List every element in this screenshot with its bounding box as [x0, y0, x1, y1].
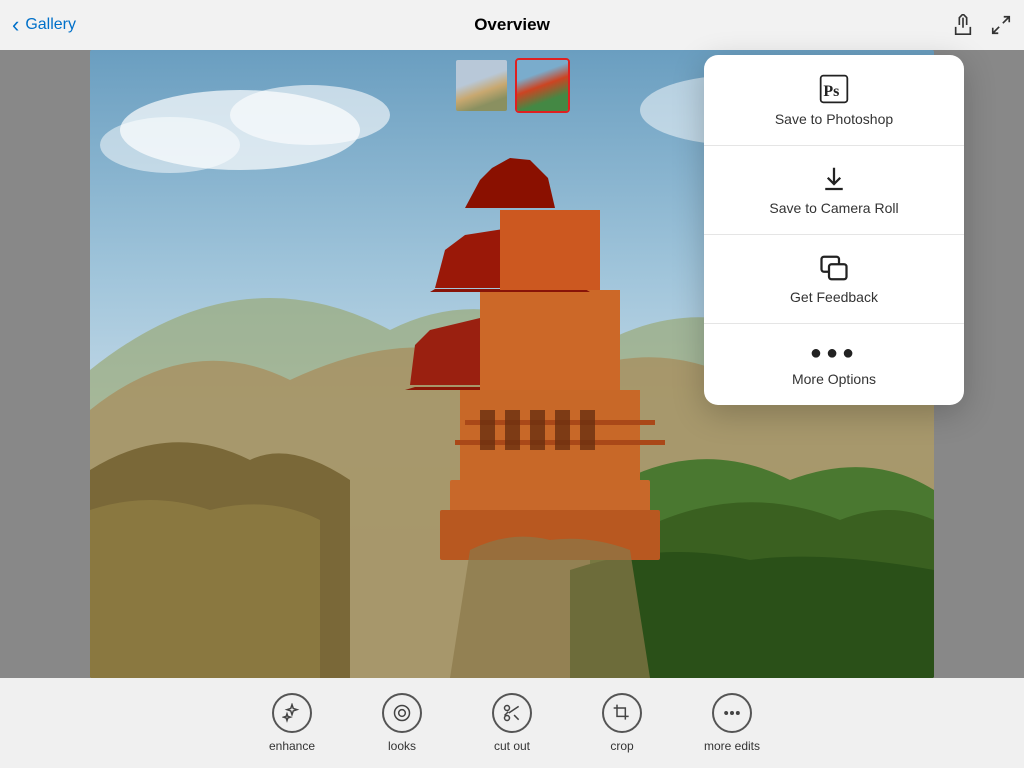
save-to-photoshop-item[interactable]: Ps Save to Photoshop: [704, 55, 964, 146]
ellipsis-icon: ●●●: [810, 342, 858, 365]
thumbnail-2[interactable]: [515, 58, 570, 113]
back-label: Gallery: [25, 16, 76, 34]
save-to-camera-roll-item[interactable]: Save to Camera Roll: [704, 146, 964, 235]
svg-text:Ps: Ps: [823, 83, 839, 100]
popup-menu: Ps Save to Photoshop Save to Camera Roll…: [704, 55, 964, 405]
bottom-toolbar: enhance looks cut out: [0, 678, 1024, 768]
page-title: Overview: [474, 15, 550, 35]
enhance-label: enhance: [269, 739, 315, 753]
feedback-icon: [819, 253, 849, 283]
download-icon: [819, 164, 849, 194]
scissors-icon: [492, 693, 532, 733]
top-right-actions: [952, 14, 1012, 36]
back-button[interactable]: ‹ Gallery: [12, 14, 76, 36]
side-bar-left: [0, 50, 90, 678]
crop-label: crop: [610, 739, 633, 753]
more-edits-icon: [712, 693, 752, 733]
save-photoshop-label: Save to Photoshop: [775, 111, 893, 127]
expand-icon: [990, 14, 1012, 36]
cut-out-label: cut out: [494, 739, 530, 753]
cut-out-tool[interactable]: cut out: [457, 683, 567, 763]
thumbnail-1[interactable]: [454, 58, 509, 113]
share-button[interactable]: [952, 14, 974, 36]
get-feedback-item[interactable]: Get Feedback: [704, 235, 964, 324]
fullscreen-button[interactable]: [990, 14, 1012, 36]
thumbnail-2-image: [517, 60, 568, 111]
more-edits-label: more edits: [704, 739, 760, 753]
enhance-tool[interactable]: enhance: [237, 683, 347, 763]
get-feedback-label: Get Feedback: [790, 289, 878, 305]
enhance-icon: [272, 693, 312, 733]
share-icon: [952, 14, 974, 36]
more-options-item[interactable]: ●●● More Options: [704, 324, 964, 405]
looks-label: looks: [388, 739, 416, 753]
looks-icon: [382, 693, 422, 733]
crop-icon: [602, 693, 642, 733]
chevron-left-icon: ‹: [12, 14, 19, 36]
more-edits-tool[interactable]: more edits: [677, 683, 787, 763]
crop-tool[interactable]: crop: [567, 683, 677, 763]
photoshop-icon: Ps: [818, 73, 850, 105]
save-camera-label: Save to Camera Roll: [769, 200, 898, 216]
top-bar: ‹ Gallery Overview: [0, 0, 1024, 50]
looks-tool[interactable]: looks: [347, 683, 457, 763]
thumbnail-1-image: [456, 60, 507, 111]
more-options-label: More Options: [792, 371, 876, 387]
